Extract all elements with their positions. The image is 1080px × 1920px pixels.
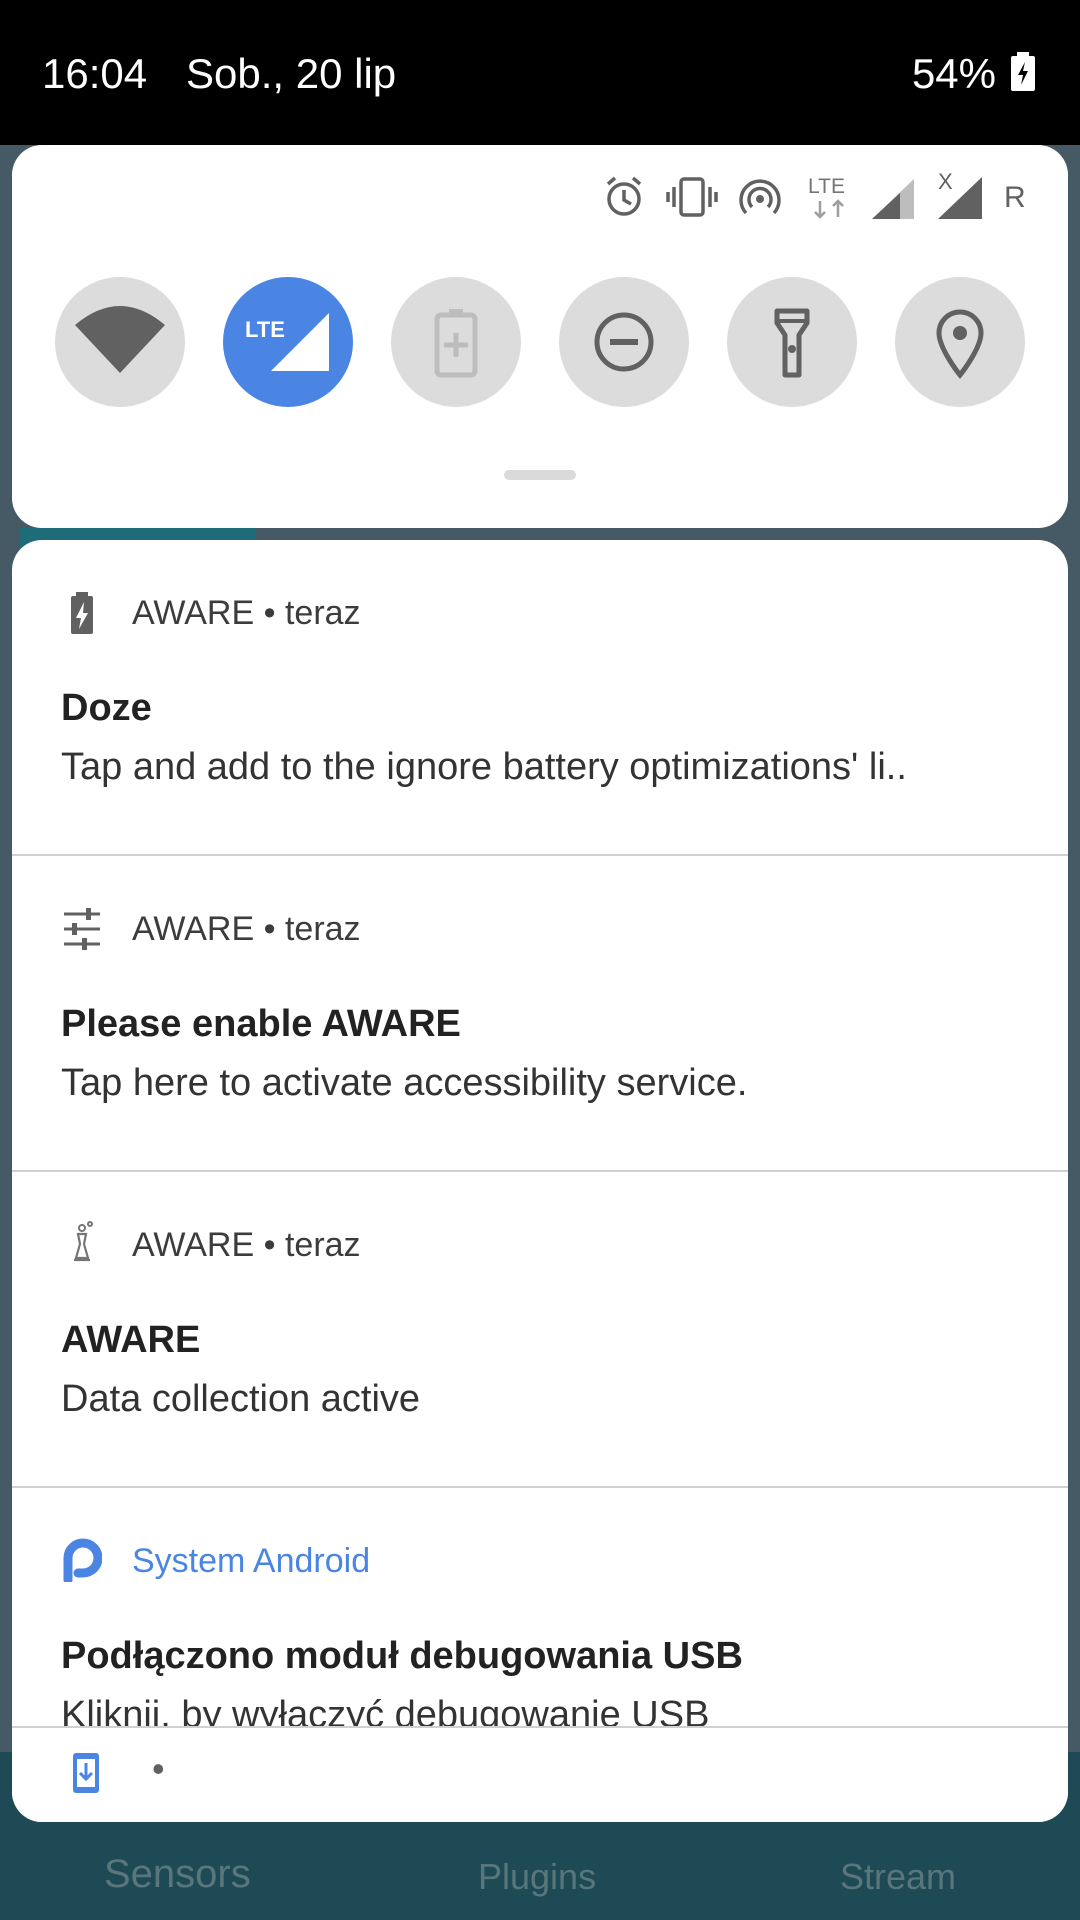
footer-dot: • bbox=[152, 1748, 165, 1789]
download-icon[interactable] bbox=[72, 1752, 100, 1794]
background-tab-plugins: Plugins bbox=[478, 1856, 597, 1897]
notification-title: AWARE bbox=[61, 1319, 201, 1361]
notification-enable-aware[interactable]: AWARE • teraz Please enable AWARE Tap he… bbox=[12, 856, 1068, 1170]
wifi-icon bbox=[75, 306, 165, 373]
expand-handle[interactable] bbox=[504, 470, 576, 480]
signal-icon bbox=[872, 179, 914, 219]
android-p-icon bbox=[63, 1538, 102, 1582]
do-not-disturb-icon bbox=[594, 312, 654, 372]
tile-mobile-data[interactable]: LTE bbox=[223, 277, 353, 407]
notification-app-line: AWARE • teraz bbox=[132, 594, 361, 632]
location-pin-icon bbox=[936, 309, 984, 379]
background-tab-stream: Stream bbox=[840, 1856, 957, 1897]
background-tab-sensors: Sensors bbox=[104, 1852, 251, 1896]
notification-footer: • bbox=[12, 1726, 1068, 1822]
cellular-signal-icon bbox=[271, 313, 329, 371]
roaming-indicator: R bbox=[1004, 181, 1026, 214]
battery-charging-icon bbox=[71, 592, 93, 634]
tile-wifi[interactable] bbox=[55, 277, 185, 407]
notification-app-name: System Android bbox=[132, 1542, 371, 1580]
notification-aware-active[interactable]: AWARE • teraz AWARE Data collection acti… bbox=[12, 1172, 1068, 1486]
notification-title: Doze bbox=[61, 687, 152, 729]
notification-doze[interactable]: AWARE • teraz Doze Tap and add to the ig… bbox=[12, 540, 1068, 854]
tile-do-not-disturb[interactable] bbox=[559, 277, 689, 407]
status-bar: 16:04 Sob., 20 lip 54% bbox=[0, 0, 1080, 145]
notification-app-line: AWARE • teraz bbox=[132, 910, 361, 948]
battery-icon bbox=[1011, 52, 1035, 91]
notification-usb-debugging[interactable]: System Android Podłączono moduł debugowa… bbox=[12, 1488, 1068, 1736]
clock: 16:04 bbox=[42, 50, 148, 97]
tile-mobile-data-label: LTE bbox=[245, 317, 285, 342]
notification-body: Data collection active bbox=[61, 1378, 421, 1420]
tile-location[interactable] bbox=[895, 277, 1025, 407]
lte-data-icon: LTE bbox=[808, 175, 850, 221]
date: Sob., 20 lip bbox=[186, 50, 397, 97]
qs-status-icons: LTE X R bbox=[600, 169, 1030, 225]
notification-body: Tap here to activate accessibility servi… bbox=[61, 1062, 748, 1104]
notification-shade: AWARE • teraz Doze Tap and add to the ig… bbox=[12, 540, 1068, 1822]
vibrate-icon bbox=[666, 177, 718, 217]
notification-title: Please enable AWARE bbox=[61, 1003, 461, 1045]
tile-battery-saver[interactable] bbox=[391, 277, 521, 407]
notification-body: Tap and add to the ignore battery optimi… bbox=[61, 746, 907, 788]
battery-plus-icon bbox=[434, 309, 478, 378]
notification-app-line: AWARE • teraz bbox=[132, 1226, 361, 1264]
hotspot-icon bbox=[739, 179, 781, 215]
alarm-icon bbox=[606, 176, 642, 216]
signal-x-icon: X bbox=[936, 169, 986, 221]
battery-percent: 54% bbox=[911, 50, 996, 97]
aware-icon bbox=[74, 1221, 93, 1262]
notification-title: Podłączono moduł debugowania USB bbox=[61, 1635, 743, 1677]
tile-flashlight[interactable] bbox=[727, 277, 857, 407]
flashlight-icon bbox=[774, 308, 810, 378]
tune-icon bbox=[64, 908, 100, 950]
